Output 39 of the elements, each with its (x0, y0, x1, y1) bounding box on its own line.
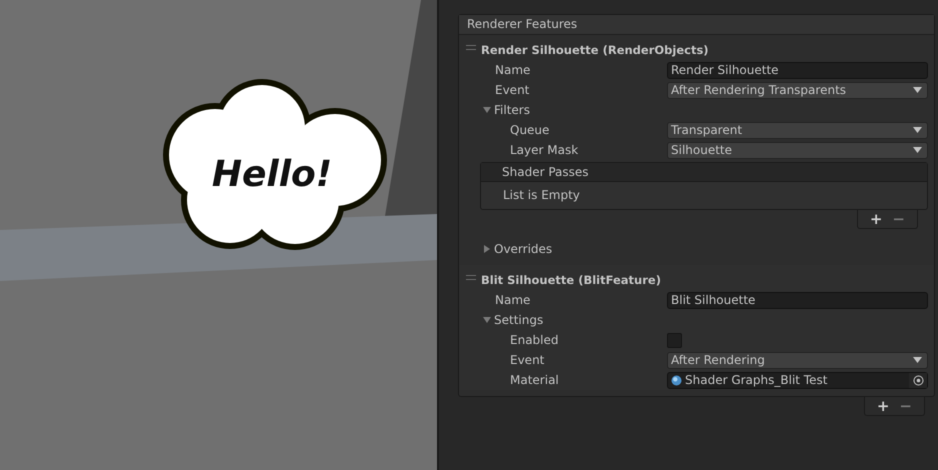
caret-icon (913, 147, 922, 153)
list-header: Shader Passes (481, 163, 927, 182)
object-field[interactable]: Shader Graphs_Blit Test (667, 372, 928, 388)
text-field[interactable]: Render Silhouette (667, 62, 928, 78)
field-label: Queue (510, 123, 550, 137)
checkbox[interactable] (667, 332, 682, 348)
add-button[interactable]: + (868, 210, 884, 228)
drag-handle-icon[interactable] (466, 45, 476, 50)
collapsed-arrow-icon (483, 245, 491, 253)
drag-handle-icon[interactable] (466, 275, 476, 280)
field-label: Event (510, 353, 546, 367)
field-label: Layer Mask (510, 143, 580, 157)
foldout-toggle[interactable]: Settings (483, 313, 544, 327)
bubble-text: Hello! (212, 154, 332, 195)
field-label: Event (495, 83, 530, 97)
field-label: Name (495, 293, 532, 307)
empty-list-text: List is Empty (502, 187, 581, 204)
expanded-arrow-icon (483, 106, 491, 114)
field-label: Material (510, 373, 560, 387)
dropdown[interactable]: Silhouette (667, 142, 928, 158)
dropdown[interactable]: Transparent (667, 122, 928, 138)
feature-title: Blit Silhouette (BlitFeature) (481, 273, 661, 287)
object-picker-button[interactable] (909, 372, 927, 388)
expanded-arrow-icon (483, 316, 491, 324)
foldout-toggle[interactable]: Filters (483, 103, 530, 117)
target-icon (912, 374, 924, 386)
feature-title: Render Silhouette (RenderObjects) (481, 43, 709, 57)
dropdown[interactable]: After Rendering Transparents (667, 82, 928, 98)
panel-header: Renderer Features (459, 15, 934, 35)
caret-icon (913, 87, 922, 93)
foldout-toggle[interactable]: Overrides (483, 242, 552, 256)
add-button[interactable]: + (874, 397, 892, 415)
caret-icon (913, 127, 922, 133)
field-label: Enabled (510, 333, 560, 347)
dropdown[interactable]: After Rendering (667, 352, 928, 368)
sphere-icon (671, 374, 682, 386)
text-field[interactable]: Blit Silhouette (667, 292, 928, 308)
caret-icon (913, 357, 922, 363)
field-label: Name (495, 63, 532, 77)
